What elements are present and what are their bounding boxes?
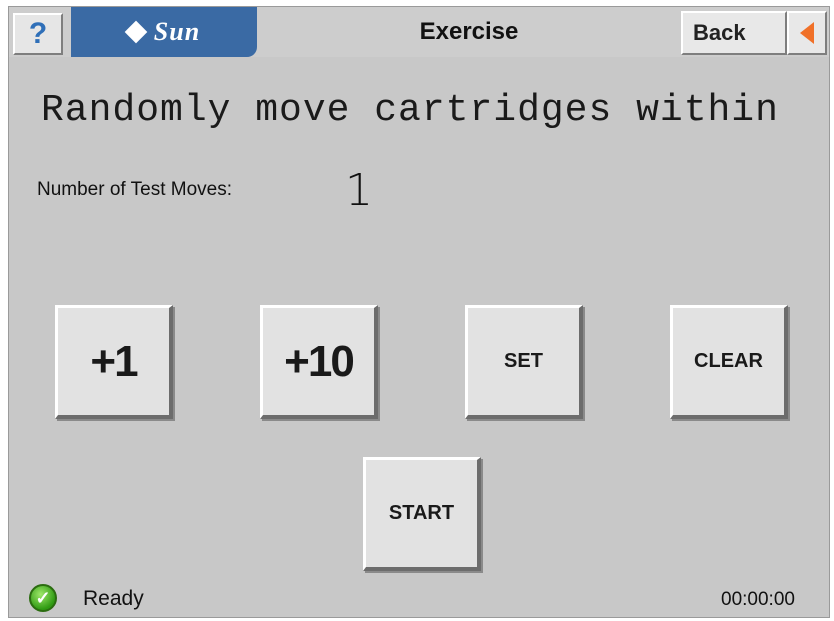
- touchscreen-panel: ? Sun Exercise Back Randomly move cartri…: [8, 6, 830, 618]
- set-button[interactable]: SET: [465, 305, 583, 419]
- back-label: Back: [693, 20, 746, 45]
- start-button[interactable]: START: [363, 457, 481, 571]
- back-button[interactable]: Back: [681, 11, 787, 55]
- page-title: Exercise: [419, 18, 519, 45]
- check-circle-icon: ✓: [29, 584, 57, 612]
- elapsed-time: 00:00:00: [721, 589, 795, 610]
- help-button[interactable]: ?: [13, 13, 63, 55]
- back-arrow-button[interactable]: [787, 11, 827, 55]
- clear-button[interactable]: CLEAR: [670, 305, 788, 419]
- test-moves-label: Number of Test Moves:: [37, 179, 233, 200]
- sun-diamond-icon: [124, 20, 148, 44]
- test-moves-value: 1: [345, 165, 373, 216]
- status-text: Ready: [83, 587, 144, 610]
- plus-one-button[interactable]: +1: [55, 305, 173, 419]
- header-bar: ? Sun Exercise Back: [9, 7, 829, 57]
- left-arrow-icon: [800, 22, 814, 44]
- sun-logo: Sun: [71, 7, 257, 57]
- help-icon: ?: [28, 17, 48, 50]
- instruction-text: Randomly move cartridges within: [41, 89, 779, 132]
- logo-text: Sun: [153, 17, 201, 46]
- plus-ten-button[interactable]: +10: [260, 305, 378, 419]
